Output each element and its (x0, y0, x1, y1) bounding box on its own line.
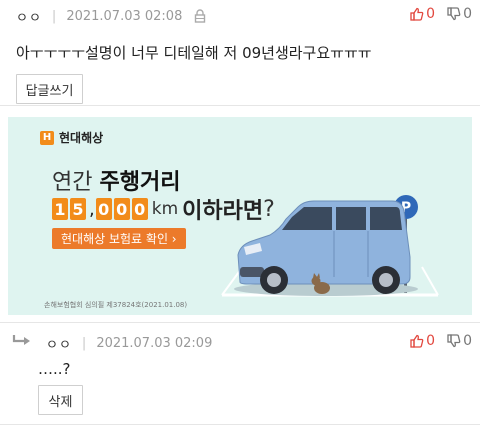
thumbs-up-icon (410, 7, 424, 21)
reply-button[interactable]: 답글쓰기 (16, 74, 83, 104)
separator: | (51, 8, 57, 24)
divider (0, 322, 480, 323)
delete-button[interactable]: 삭제 (38, 385, 83, 415)
divider (0, 424, 480, 425)
comment-author: ㅇㅇ (46, 337, 72, 353)
downvote-button[interactable]: 0 (447, 6, 472, 22)
thumbs-down-icon (447, 334, 461, 348)
reply-arrow-icon (12, 334, 32, 352)
vote-group: 0 0 (398, 333, 472, 349)
ad-fine-print: 손해보험협회 심의필 제37824호(2021.01.08) (44, 301, 188, 309)
comment-text: 아ㅜㅜㅜㅜ설명이 너무 디테일해 저 09년생라구요ㅠㅠㅠ (16, 44, 372, 62)
thumbs-up-icon (410, 334, 424, 348)
upvote-count: 0 (426, 6, 436, 22)
vote-group: 0 0 (398, 6, 472, 22)
ad-illustration: P (221, 195, 439, 297)
downvote-count: 0 (463, 333, 472, 349)
comment-date: 2021.07.03 02:08 (66, 8, 183, 24)
comment-header: ㅇㅇ | 2021.07.03 02:08 0 0 (16, 6, 472, 26)
separator: | (81, 335, 87, 351)
reply-header: ㅇㅇ | 2021.07.03 02:09 0 0 (12, 333, 472, 353)
comment-text: …..? (38, 360, 71, 378)
upvote-button[interactable]: 0 (410, 333, 435, 349)
thumbs-down-icon (447, 7, 461, 21)
comment-author: ㅇㅇ (16, 10, 42, 26)
downvote-count: 0 (463, 6, 472, 22)
upvote-count: 0 (426, 333, 436, 349)
downvote-button[interactable]: 0 (447, 333, 472, 349)
ad-banner[interactable]: H 현대해상 연간 주행거리 1 5 , 0 0 0 km 이하라면? 현대해상… (8, 117, 472, 315)
car-image (237, 200, 411, 294)
lock-icon (194, 9, 206, 23)
comment-date: 2021.07.03 02:09 (96, 335, 213, 351)
upvote-button[interactable]: 0 (410, 6, 435, 22)
divider (0, 105, 480, 106)
